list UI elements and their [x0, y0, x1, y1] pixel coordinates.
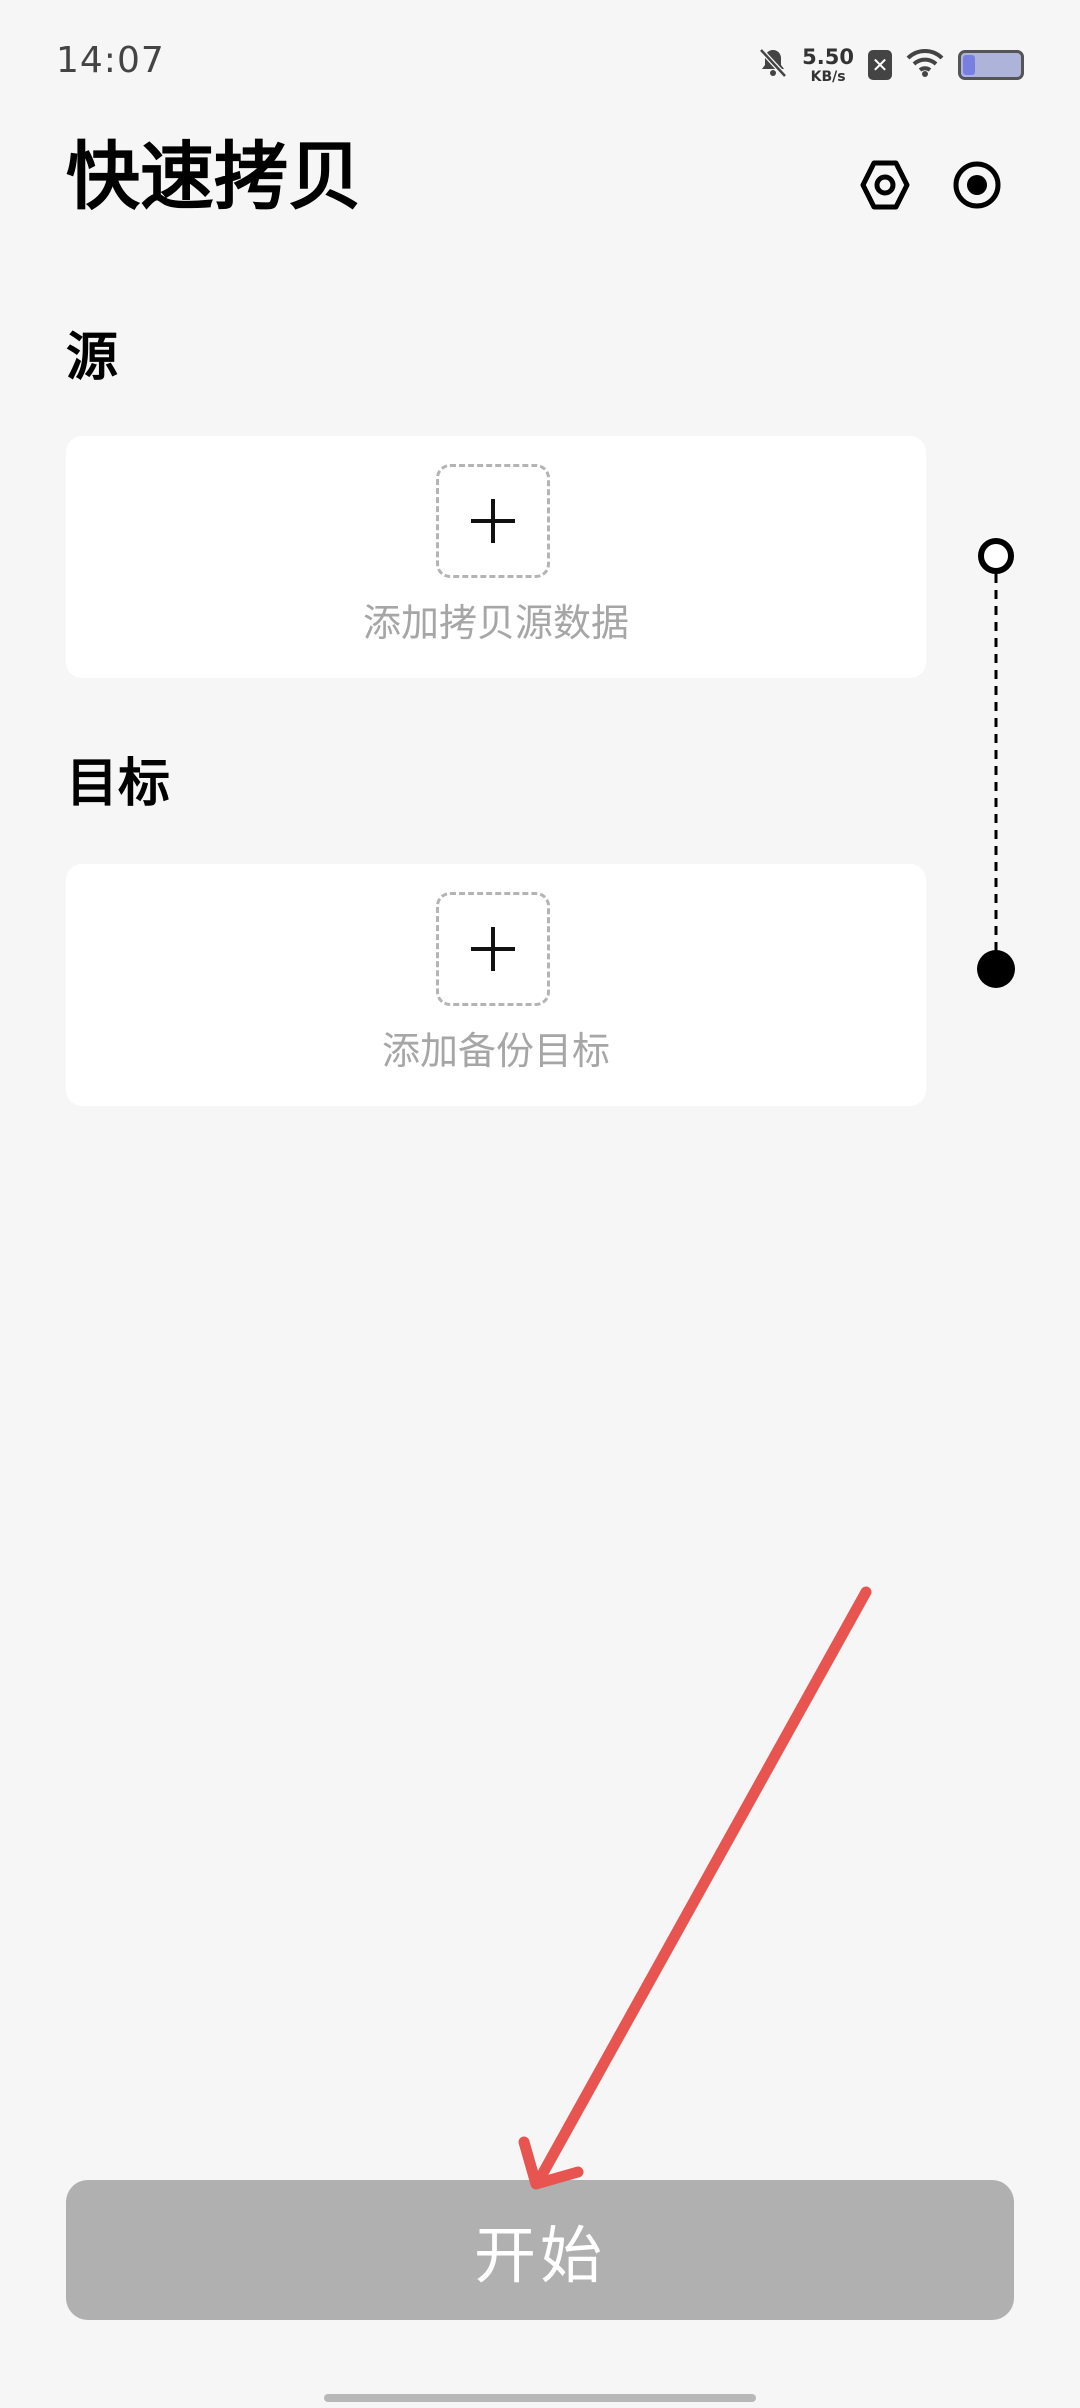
target-label: 目标	[66, 754, 171, 814]
status-time: 14:07	[56, 40, 165, 81]
annotation-arrow	[518, 1586, 872, 2190]
add-target-text: 添加备份目标	[381, 1029, 610, 1073]
battery-fill	[963, 55, 975, 75]
plus-icon	[471, 927, 515, 971]
record-icon[interactable]	[950, 158, 1004, 212]
target-card[interactable]: 添加备份目标	[66, 864, 926, 1106]
add-source-text: 添加拷贝源数据	[362, 601, 629, 645]
source-card[interactable]: 添加拷贝源数据	[66, 436, 926, 678]
home-indicator[interactable]	[324, 2394, 756, 2402]
net-speed: 5.50 KB/s	[802, 44, 854, 85]
net-speed-unit: KB/s	[810, 68, 846, 85]
page-title: 快速拷贝	[66, 134, 362, 220]
status-icons: 5.50 KB/s ✕	[758, 40, 1024, 90]
sim-error-icon: ✕	[868, 50, 892, 80]
net-speed-value: 5.50	[802, 44, 854, 69]
timeline-end-dot	[977, 950, 1015, 988]
timeline-start-dot	[978, 538, 1014, 574]
start-button[interactable]: 开始	[66, 2180, 1014, 2320]
status-bar: 14:07 5.50 KB/s ✕	[0, 0, 1080, 120]
source-target-connector	[977, 538, 1015, 988]
source-label: 源	[66, 328, 119, 388]
bell-muted-icon	[758, 47, 788, 83]
wifi-icon	[906, 48, 944, 82]
add-source-button[interactable]	[436, 464, 550, 578]
plus-icon	[471, 499, 515, 543]
settings-hexagon-icon[interactable]	[858, 158, 912, 212]
add-target-button[interactable]	[436, 892, 550, 1006]
battery-icon	[958, 50, 1024, 80]
